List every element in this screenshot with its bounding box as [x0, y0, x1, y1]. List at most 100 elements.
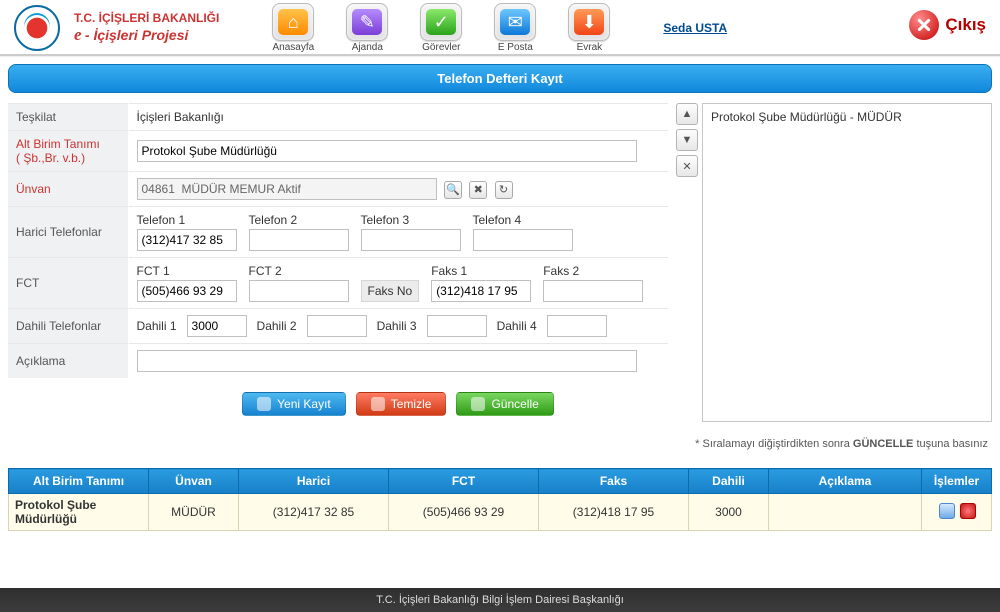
note-post: tuşuna basınız	[913, 438, 988, 450]
topbar: T.C. İÇİŞLERİ BAKANLIĞI e - İçişleri Pro…	[0, 0, 1000, 55]
exit-label: Çıkış	[945, 15, 986, 35]
input-dahili2[interactable]	[307, 315, 367, 337]
cell-alt-birim: Protokol Şube Müdürlüğü	[9, 494, 149, 531]
brand-text: T.C. İÇİŞLERİ BAKANLIĞI e - İçişleri Pro…	[74, 11, 219, 46]
new-button[interactable]: Yeni Kayıt	[242, 392, 346, 416]
label-dahili2: Dahili 2	[257, 319, 297, 333]
label-faks2: Faks 2	[543, 264, 643, 278]
grid-row: Protokol Şube Müdürlüğü MÜDÜR (312)417 3…	[9, 494, 992, 531]
label-telefon4: Telefon 4	[473, 213, 573, 227]
reorder-note: * Sıralamayı diğiştirdikten sonra GÜNCEL…	[8, 438, 992, 450]
nav-label: Anasayfa	[263, 42, 323, 53]
cell-fct: (505)466 93 29	[389, 494, 539, 531]
input-dahili3[interactable]	[427, 315, 487, 337]
cell-unvan: MÜDÜR	[149, 494, 239, 531]
nav-label: Evrak	[559, 42, 619, 53]
cell-faks: (312)418 17 95	[539, 494, 689, 531]
th-unvan: Ünvan	[149, 469, 239, 494]
move-down-button[interactable]: ▼	[676, 129, 698, 151]
clear-icon[interactable]: ✖	[469, 181, 487, 199]
label-fct2: FCT 2	[249, 264, 349, 278]
nav-label: E Posta	[485, 42, 545, 53]
label-teskilat: Teşkilat	[8, 104, 128, 131]
save-icon	[471, 397, 485, 411]
calendar-icon: ✎	[346, 3, 388, 41]
main-nav: ⌂ Anasayfa ✎ Ajanda ✓ Görevler ✉ E Posta…	[263, 3, 619, 53]
ministry-name: T.C. İÇİŞLERİ BAKANLIĞI	[74, 11, 219, 25]
tasks-icon: ✓	[420, 3, 462, 41]
nav-ajanda[interactable]: ✎ Ajanda	[337, 3, 397, 53]
input-unvan[interactable]	[137, 178, 437, 200]
nav-label: Görevler	[411, 42, 471, 53]
clear-button[interactable]: Temizle	[356, 392, 447, 416]
cell-dahili: 3000	[689, 494, 769, 531]
note-pre: * Sıralamayı diğiştirdikten sonra	[695, 438, 853, 450]
label-harici: Harici Telefonlar	[8, 207, 128, 258]
th-faks: Faks	[539, 469, 689, 494]
input-faks1[interactable]	[431, 280, 531, 302]
project-e: e	[74, 25, 82, 44]
page-title: Telefon Defteri Kayıt	[8, 64, 992, 93]
th-islemler: İşlemler	[922, 469, 992, 494]
input-dahili4[interactable]	[547, 315, 607, 337]
label-aciklama: Açıklama	[8, 344, 128, 379]
nav-gorevler[interactable]: ✓ Görevler	[411, 3, 471, 53]
input-alt-birim[interactable]	[137, 140, 637, 162]
label-dahili4: Dahili 4	[497, 319, 537, 333]
search-icon[interactable]: 🔍	[444, 181, 462, 199]
input-telefon4[interactable]	[473, 229, 573, 251]
side-panel: ▲ ▼ ✕ Protokol Şube Müdürlüğü - MÜDÜR	[676, 103, 992, 422]
label-fct: FCT	[8, 258, 128, 309]
cell-harici: (312)417 32 85	[239, 494, 389, 531]
input-telefon2[interactable]	[249, 229, 349, 251]
side-list-item[interactable]: Protokol Şube Müdürlüğü - MÜDÜR	[711, 110, 983, 124]
input-aciklama[interactable]	[137, 350, 637, 372]
footer: T.C. İçişleri Bakanlığı Bilgi İşlem Dair…	[0, 588, 1000, 612]
label-dahili3: Dahili 3	[377, 319, 417, 333]
input-faks2[interactable]	[543, 280, 643, 302]
label-dahili: Dahili Telefonlar	[8, 309, 128, 344]
delete-row-icon[interactable]	[960, 503, 976, 519]
grid-header-row: Alt Birim Tanımı Ünvan Harici FCT Faks D…	[9, 469, 992, 494]
label-faksno: Faks No	[361, 280, 420, 302]
th-alt-birim: Alt Birim Tanımı	[9, 469, 149, 494]
result-grid: Alt Birim Tanımı Ünvan Harici FCT Faks D…	[8, 468, 992, 531]
refresh-icon[interactable]: ↻	[495, 181, 513, 199]
move-up-button[interactable]: ▲	[676, 103, 698, 125]
cell-ops	[922, 494, 992, 531]
update-button[interactable]: Güncelle	[456, 392, 553, 416]
cell-aciklama	[769, 494, 922, 531]
ministry-logo	[14, 5, 60, 51]
label-telefon1: Telefon 1	[137, 213, 237, 227]
label-faks1: Faks 1	[431, 264, 531, 278]
user-link[interactable]: Seda USTA	[663, 21, 727, 35]
nav-eposta[interactable]: ✉ E Posta	[485, 3, 545, 53]
input-fct2[interactable]	[249, 280, 349, 302]
remove-button[interactable]: ✕	[676, 155, 698, 177]
input-fct1[interactable]	[137, 280, 237, 302]
input-telefon3[interactable]	[361, 229, 461, 251]
project-rest: - İçişleri Projesi	[85, 27, 189, 43]
new-label: Yeni Kayıt	[277, 397, 331, 411]
label-telefon2: Telefon 2	[249, 213, 349, 227]
input-telefon1[interactable]	[137, 229, 237, 251]
nav-anasayfa[interactable]: ⌂ Anasayfa	[263, 3, 323, 53]
exit-button[interactable]: Çıkış	[909, 10, 986, 40]
update-label: Güncelle	[491, 397, 538, 411]
note-bold: GÜNCELLE	[853, 438, 914, 450]
label-dahili1: Dahili 1	[137, 319, 177, 333]
label-fct1: FCT 1	[137, 264, 237, 278]
nav-evrak[interactable]: ⬇ Evrak	[559, 3, 619, 53]
th-aciklama: Açıklama	[769, 469, 922, 494]
label-unvan: Ünvan	[8, 172, 128, 207]
home-icon: ⌂	[272, 3, 314, 41]
value-teskilat: İçişleri Bakanlığı	[137, 110, 224, 124]
nav-label: Ajanda	[337, 42, 397, 53]
side-list[interactable]: Protokol Şube Müdürlüğü - MÜDÜR	[702, 103, 992, 422]
th-fct: FCT	[389, 469, 539, 494]
edit-row-icon[interactable]	[939, 503, 955, 519]
plus-icon	[257, 397, 271, 411]
label-alt-birim: Alt Birim Tanımı ( Şb.,Br. v.b.)	[8, 131, 128, 172]
th-dahili: Dahili	[689, 469, 769, 494]
input-dahili1[interactable]	[187, 315, 247, 337]
